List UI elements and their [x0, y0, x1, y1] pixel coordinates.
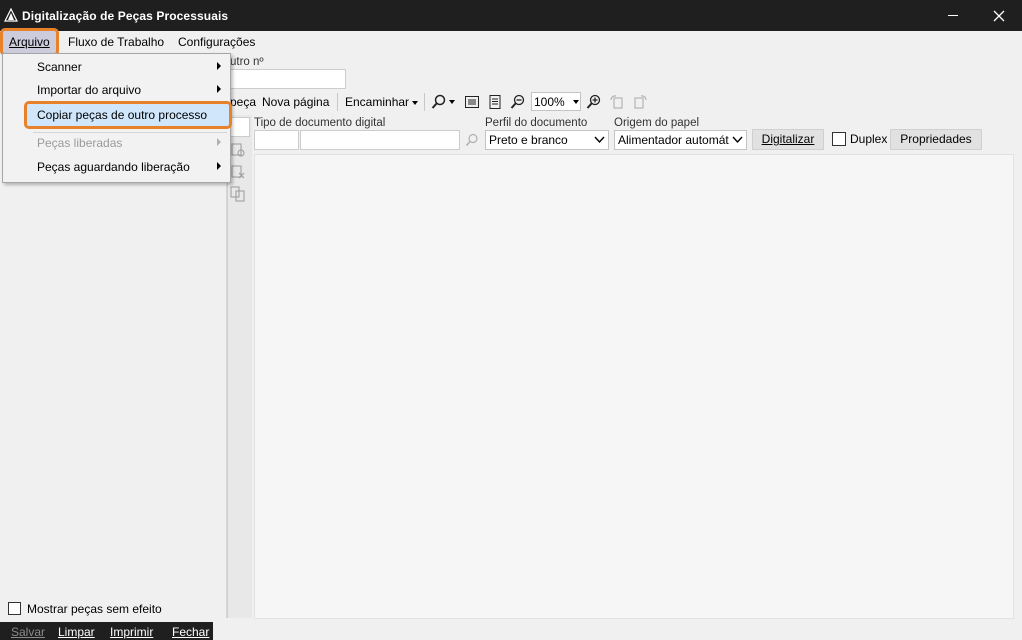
remove-page-icon[interactable]	[230, 164, 246, 180]
chevron-down-icon	[732, 136, 743, 144]
perfil-documento-label: Perfil do documento	[485, 117, 588, 129]
menu-item-copiar-pecas[interactable]: Copiar peças de outro processo	[24, 101, 232, 129]
menu-item-importar-do-arquivo[interactable]: Importar do arquivo	[3, 79, 230, 101]
outro-numero-label: utro nº	[230, 56, 264, 68]
chevron-down-icon	[573, 100, 579, 104]
certificate-icon[interactable]	[230, 142, 246, 158]
copy-pages-icon[interactable]	[230, 186, 246, 202]
zoom-out-icon[interactable]	[510, 94, 526, 110]
toolbar-separator	[337, 93, 338, 111]
submenu-arrow-icon	[217, 62, 221, 70]
mostrar-pecas-label: Mostrar peças sem efeito	[27, 602, 162, 616]
app-logo-icon	[4, 8, 18, 22]
tipo-search-icon[interactable]	[465, 133, 479, 150]
dropdown-arrow-icon	[412, 100, 419, 105]
toolbar-separator	[424, 93, 425, 111]
title-bar: Digitalização de Peças Processuais	[0, 0, 1022, 31]
tipo-documento-label: Tipo de documento digital	[254, 117, 386, 129]
origem-papel-select[interactable]: Alimentador automát	[614, 130, 747, 150]
minimize-icon	[948, 15, 958, 16]
perfil-documento-select[interactable]: Preto e branco	[485, 130, 609, 150]
fit-width-icon[interactable]	[464, 94, 480, 110]
salvar-button[interactable]: Salvar	[11, 625, 45, 639]
nova-pagina-button[interactable]: Nova página	[262, 95, 329, 109]
strip-top-box[interactable]	[229, 117, 250, 137]
close-icon	[993, 10, 1005, 21]
menu-fluxo-de-trabalho[interactable]: Fluxo de Trabalho	[62, 31, 170, 53]
digitalizar-button[interactable]: Digitalizar	[752, 129, 824, 150]
duplex-label: Duplex	[850, 132, 888, 146]
chevron-down-icon	[594, 136, 605, 144]
zoom-in-icon[interactable]	[586, 94, 602, 110]
submenu-arrow-icon	[217, 85, 221, 93]
zoom-select[interactable]: 100%	[531, 92, 581, 111]
window-title: Digitalização de Peças Processuais	[22, 9, 229, 23]
menu-configuracoes[interactable]: Configurações	[172, 31, 261, 53]
tipo-documento-code-input[interactable]	[254, 130, 299, 150]
menu-item-pecas-liberadas[interactable]: Peças liberadas	[3, 132, 230, 154]
arquivo-menu: Scanner Importar do arquivo Copiar peças…	[2, 53, 232, 183]
submenu-arrow-icon	[217, 162, 221, 170]
submenu-arrow-icon	[217, 138, 221, 146]
fit-page-icon[interactable]	[487, 94, 503, 110]
duplex-checkbox[interactable]	[832, 132, 846, 146]
rotate-right-icon[interactable]	[632, 94, 648, 110]
outro-numero-input[interactable]	[229, 69, 346, 89]
menu-item-pecas-aguardando-liberacao[interactable]: Peças aguardando liberação	[3, 156, 230, 178]
imprimir-button[interactable]: Imprimir	[110, 625, 153, 639]
menu-bar: Arquivo Fluxo de Trabalho Configurações	[0, 28, 1022, 56]
peca-button[interactable]: peça	[230, 95, 256, 109]
origem-papel-label: Origem do papel	[614, 117, 700, 129]
rotate-left-icon[interactable]	[609, 94, 625, 110]
encaminhar-button[interactable]: Encaminhar	[345, 95, 419, 109]
fechar-button[interactable]: Fechar	[172, 625, 209, 639]
minimize-button[interactable]	[930, 0, 976, 31]
search-dropdown-arrow-icon[interactable]	[449, 100, 455, 104]
menu-arquivo[interactable]: Arquivo	[0, 28, 59, 56]
search-icon[interactable]	[431, 94, 447, 110]
mostrar-pecas-checkbox[interactable]	[8, 602, 21, 615]
propriedades-button[interactable]: Propriedades	[890, 129, 982, 150]
menu-item-scanner[interactable]: Scanner	[3, 56, 230, 78]
document-viewer[interactable]	[254, 154, 1014, 619]
close-button[interactable]	[976, 0, 1022, 31]
tipo-documento-name-input[interactable]	[300, 130, 460, 150]
limpar-button[interactable]: Limpar	[58, 625, 95, 639]
